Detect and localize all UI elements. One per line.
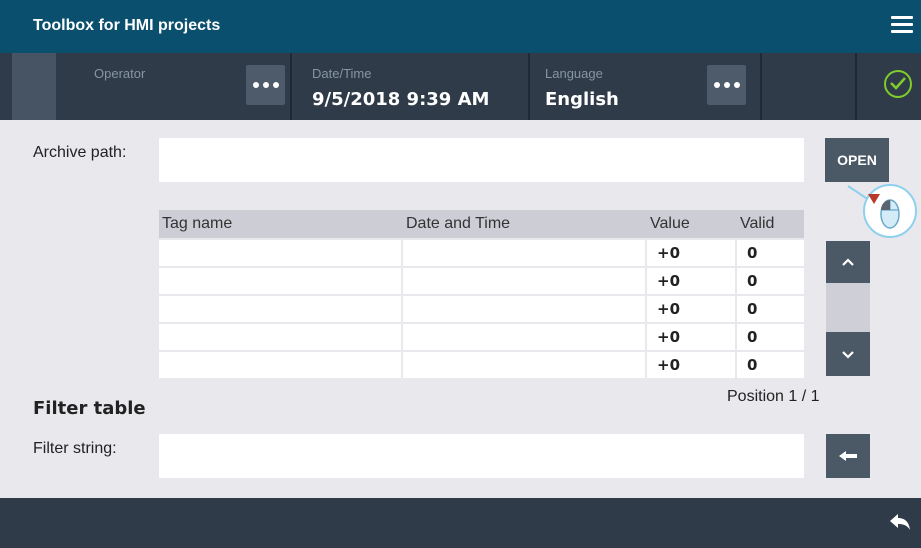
language-value: English bbox=[545, 89, 619, 110]
filter-string-input[interactable] bbox=[159, 434, 804, 478]
operator-more-button[interactable] bbox=[246, 65, 285, 105]
cell-valid: 0 bbox=[737, 352, 804, 378]
cell-date-time bbox=[403, 296, 647, 322]
cell-valid: 0 bbox=[737, 296, 804, 322]
chevron-up-icon bbox=[842, 257, 854, 266]
cell-tag-name bbox=[159, 240, 403, 266]
column-header-valid: Valid bbox=[740, 215, 775, 232]
archive-path-label: Archive path: bbox=[33, 144, 127, 161]
dot-icon bbox=[262, 82, 269, 88]
cell-date-time bbox=[403, 240, 647, 266]
table-header: Tag name Date and Time Value Valid bbox=[159, 210, 804, 238]
cell-valid: 0 bbox=[737, 240, 804, 266]
operator-caption: Operator bbox=[94, 66, 146, 81]
dot-icon bbox=[272, 82, 279, 88]
table-row[interactable]: +0 0 bbox=[159, 266, 804, 294]
scrollbar-track[interactable] bbox=[826, 283, 870, 332]
title-bar: Toolbox for HMI projects bbox=[0, 0, 921, 53]
chevron-down-icon bbox=[842, 350, 854, 359]
table-row[interactable]: +0 0 bbox=[159, 294, 804, 322]
cell-valid: 0 bbox=[737, 268, 804, 294]
filter-string-label: Filter string: bbox=[33, 440, 117, 457]
language-caption: Language bbox=[545, 66, 603, 81]
column-header-tag-name: Tag name bbox=[162, 215, 233, 232]
cell-tag-name bbox=[159, 268, 403, 294]
dot-icon bbox=[723, 82, 730, 88]
column-header-value: Value bbox=[650, 215, 690, 232]
scroll-up-button[interactable] bbox=[826, 241, 870, 283]
dot-icon bbox=[252, 82, 259, 88]
divider bbox=[290, 53, 292, 120]
dot-icon bbox=[733, 82, 740, 88]
cell-date-time bbox=[403, 324, 647, 350]
cell-value: +0 bbox=[647, 240, 737, 266]
bottom-bar bbox=[0, 498, 921, 548]
datetime-value: 9/5/2018 9:39 AM bbox=[312, 89, 490, 110]
cell-value: +0 bbox=[647, 324, 737, 350]
arrow-left-icon bbox=[839, 451, 857, 461]
divider bbox=[528, 53, 530, 120]
cell-value: +0 bbox=[647, 268, 737, 294]
status-indicator-block bbox=[12, 53, 56, 120]
archive-path-input[interactable] bbox=[159, 138, 804, 182]
table-row[interactable]: +0 0 bbox=[159, 322, 804, 350]
divider bbox=[855, 53, 857, 120]
apply-filter-button[interactable] bbox=[826, 434, 870, 478]
scroll-down-button[interactable] bbox=[826, 332, 870, 376]
hamburger-menu-icon[interactable] bbox=[891, 16, 913, 34]
position-indicator: Position 1 / 1 bbox=[727, 388, 820, 405]
status-bar: Operator Date/Time 9/5/2018 9:39 AM Lang… bbox=[0, 53, 921, 120]
cell-date-time bbox=[403, 268, 647, 294]
back-arrow-icon[interactable] bbox=[889, 512, 911, 532]
cell-tag-name bbox=[159, 324, 403, 350]
cell-value: +0 bbox=[647, 352, 737, 378]
table-row[interactable]: +0 0 bbox=[159, 238, 804, 266]
data-table: Tag name Date and Time Value Valid +0 0 … bbox=[159, 210, 804, 378]
cell-value: +0 bbox=[647, 296, 737, 322]
dot-icon bbox=[713, 82, 720, 88]
app-title: Toolbox for HMI projects bbox=[33, 17, 221, 34]
filter-table-title: Filter table bbox=[33, 398, 146, 419]
check-circle-icon bbox=[884, 70, 912, 98]
cell-date-time bbox=[403, 352, 647, 378]
cell-tag-name bbox=[159, 296, 403, 322]
mouse-click-indicator-icon bbox=[847, 184, 917, 238]
table-row[interactable]: +0 0 bbox=[159, 350, 804, 378]
open-button[interactable]: OPEN bbox=[825, 138, 889, 182]
language-more-button[interactable] bbox=[707, 65, 746, 105]
cell-tag-name bbox=[159, 352, 403, 378]
cell-valid: 0 bbox=[737, 324, 804, 350]
datetime-caption: Date/Time bbox=[312, 66, 372, 81]
column-header-date-time: Date and Time bbox=[406, 215, 511, 232]
divider bbox=[760, 53, 762, 120]
